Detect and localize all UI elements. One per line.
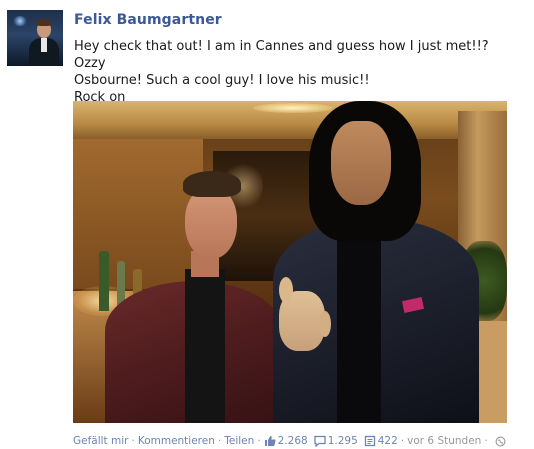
photo-person-left-shirt (185, 269, 225, 423)
photo-bottle (99, 251, 109, 311)
photo-thumb (279, 277, 293, 303)
post-photo[interactable] (73, 101, 507, 423)
avatar-light (13, 16, 27, 26)
message-line: Hey check that out! I am in Cannes and g… (74, 39, 489, 71)
photo-person-right-shirt (337, 231, 381, 423)
photo-wall (73, 139, 203, 289)
comments-count-value: 1.295 (327, 435, 358, 447)
post-actions-bar: Gefällt mir · Kommentieren · Teilen · 2.… (73, 433, 528, 449)
author-avatar[interactable] (7, 10, 63, 66)
feed-post: Felix Baumgartner Hey check that out! I … (0, 0, 534, 449)
share-icon (364, 435, 375, 447)
separator: · (484, 435, 488, 447)
post-message: Hey check that out! I am in Cannes and g… (74, 38, 524, 106)
photo-pinky (319, 311, 331, 337)
comments-count[interactable]: 1.295 (314, 435, 358, 447)
photo-person-right-face (331, 121, 391, 205)
avatar-hair (36, 19, 52, 26)
separator: · (217, 435, 222, 447)
share-link[interactable]: Teilen (224, 435, 254, 447)
comment-bubble-icon (314, 435, 326, 447)
separator: · (131, 435, 135, 447)
message-line: Osbourne! Such a cool guy! I love his mu… (74, 73, 370, 88)
separator: · (400, 435, 405, 447)
shares-count[interactable]: 422 (364, 435, 398, 447)
like-link[interactable]: Gefällt mir (73, 435, 128, 447)
likes-count-value: 2.268 (277, 435, 308, 447)
likes-count[interactable]: 2.268 (264, 435, 308, 447)
globe-icon[interactable] (495, 436, 506, 447)
shares-count-value: 422 (377, 435, 398, 447)
photo-person-left-hair (183, 171, 241, 197)
comment-link[interactable]: Kommentieren (138, 435, 215, 447)
avatar-shirt (41, 38, 47, 52)
thumbs-up-icon (264, 436, 276, 446)
separator: · (257, 435, 261, 447)
photo-person-left-face (185, 187, 237, 259)
photo-ceiling-lamp (253, 103, 333, 113)
post-timestamp[interactable]: vor 6 Stunden (407, 435, 481, 447)
author-name-link[interactable]: Felix Baumgartner (74, 12, 222, 28)
